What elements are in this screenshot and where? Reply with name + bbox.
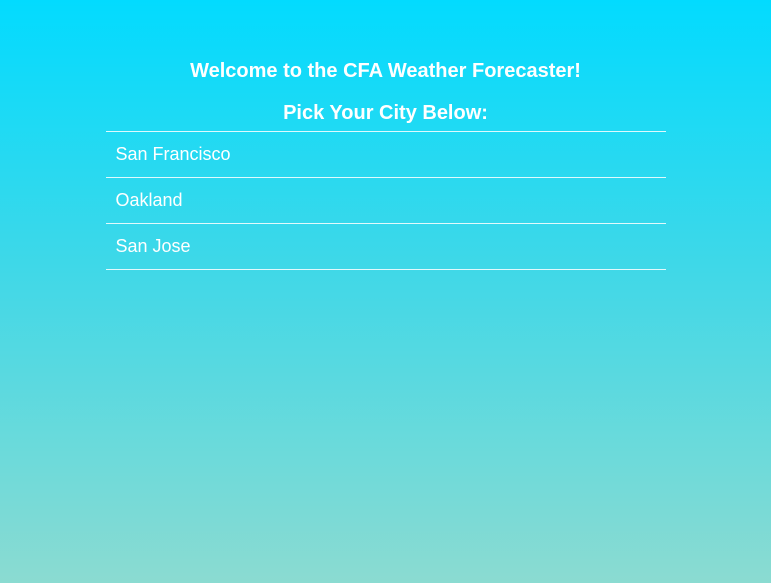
pick-city-heading: Pick Your City Below: (283, 102, 488, 124)
city-list: San Francisco Oakland San Jose (105, 131, 666, 270)
city-item-san-jose[interactable]: San Jose (105, 224, 666, 270)
welcome-heading: Welcome to the CFA Weather Forecaster! (190, 60, 581, 82)
main-container: Welcome to the CFA Weather Forecaster! P… (105, 0, 666, 270)
city-item-oakland[interactable]: Oakland (105, 178, 666, 224)
city-item-san-francisco[interactable]: San Francisco (105, 132, 666, 178)
